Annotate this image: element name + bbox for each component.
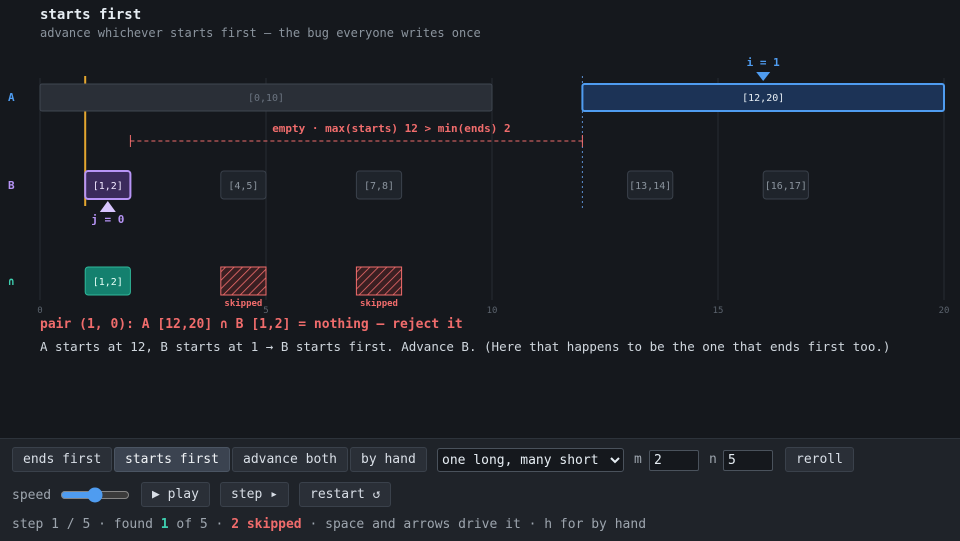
interval-b-label: [13,14]	[629, 181, 671, 192]
control-panel: ends first starts first advance both by …	[0, 438, 960, 541]
axis-tick-label: 20	[939, 306, 950, 316]
result-skipped-label: skipped	[360, 298, 398, 309]
preset-select[interactable]: one long, many short	[437, 448, 624, 472]
interval-b-label: [16,17]	[765, 181, 807, 192]
mode-starts-first-button[interactable]: starts first	[114, 447, 230, 472]
step-counter: step 1 / 5	[12, 517, 91, 532]
row-label-result: ∩	[8, 275, 15, 288]
pointer-i-arrow	[756, 72, 771, 81]
found-prefix: found	[113, 517, 153, 532]
mode-ends-first-button[interactable]: ends first	[12, 447, 113, 472]
interval-b-label: [1,2]	[93, 181, 123, 192]
step-button[interactable]: step ▸	[220, 482, 289, 507]
status-separator: ·	[309, 517, 318, 532]
play-button[interactable]: ▶ play	[141, 482, 210, 507]
status-bar: step 1 / 5 · found 1 of 5 · 2 skipped · …	[12, 517, 646, 532]
pointer-j-label: j = 0	[91, 213, 124, 226]
n-input[interactable]	[723, 450, 773, 471]
reroll-button[interactable]: reroll	[785, 447, 854, 472]
status-separator: ·	[98, 517, 106, 532]
axis-tick-label: 0	[37, 306, 42, 316]
interval-a-label: [0,10]	[248, 93, 284, 104]
interval-b-label: [4,5]	[228, 181, 258, 192]
m-label: m	[634, 452, 642, 467]
pointer-j-arrow	[99, 201, 116, 212]
speed-slider[interactable]	[60, 487, 130, 503]
result-skipped-1	[220, 266, 267, 296]
speed-label: speed	[12, 488, 52, 503]
found-suffix: of 5	[176, 517, 208, 532]
found-count: 1	[160, 517, 169, 532]
restart-button[interactable]: restart ↺	[299, 482, 392, 507]
n-label: n	[709, 452, 717, 467]
interval-visualization: 0 5 10 15 20 A B ∩ empty · max(starts) 12 > min(…	[8, 56, 950, 316]
interval-b-label: [7,8]	[364, 181, 394, 192]
step-explanation: A starts at 12, B starts at 1 → B starts…	[40, 339, 891, 354]
pair-verdict: pair (1, 0): A [12,20] ∩ B [1,2] = nothi…	[40, 317, 463, 332]
interval-a-label: [12,20]	[742, 93, 784, 104]
status-separator: ·	[215, 517, 224, 532]
keyboard-hint: space and arrows drive it · h for by han…	[325, 517, 647, 532]
row-label-b: B	[8, 179, 15, 192]
axis-tick-label: 10	[487, 306, 498, 316]
mode-by-hand-button[interactable]: by hand	[350, 447, 427, 472]
mode-advance-both-button[interactable]: advance both	[232, 447, 348, 472]
m-input[interactable]	[649, 450, 699, 471]
axis-tick-label: 5	[263, 306, 268, 316]
empty-span-label: empty · max(starts) 12 > min(ends) 2	[272, 122, 510, 135]
pointer-i-label: i = 1	[747, 56, 780, 69]
row-label-a: A	[8, 91, 15, 104]
skipped-count: 2 skipped	[231, 517, 302, 532]
result-skipped-2	[355, 266, 403, 296]
result-found-label: [1,2]	[93, 277, 123, 288]
result-skipped-label: skipped	[224, 298, 262, 309]
axis-tick-label: 15	[713, 306, 724, 316]
